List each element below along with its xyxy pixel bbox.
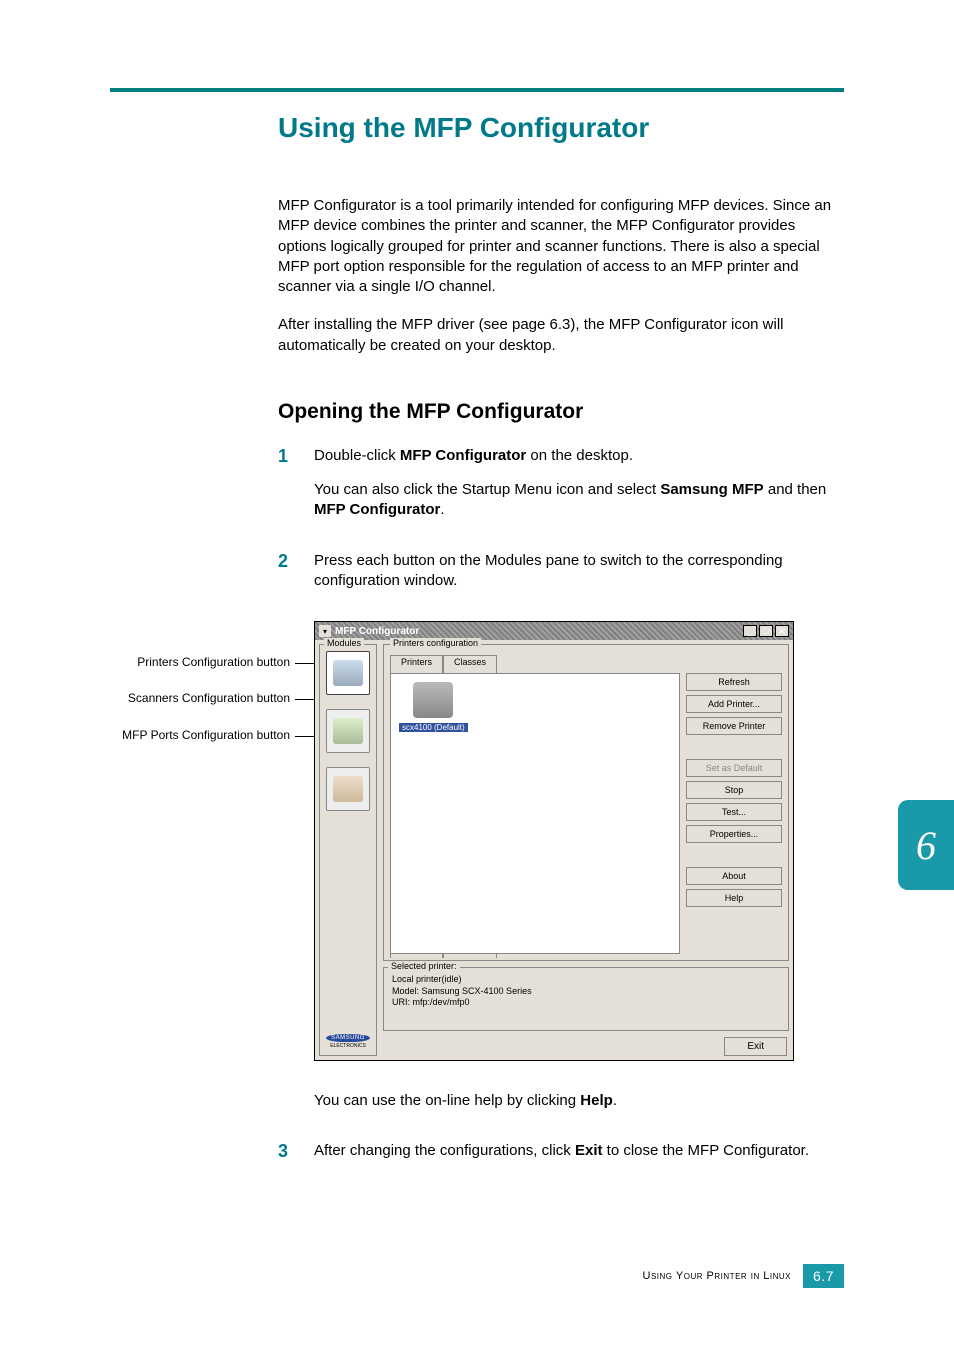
intro-para-1: MFP Configurator is a tool primarily int… [278, 196, 844, 297]
printer-icon [333, 660, 363, 686]
selected-line-2: Model: Samsung SCX-4100 Series [392, 986, 780, 998]
step-2-text: Press each button on the Modules pane to… [314, 551, 844, 592]
remove-printer-button[interactable]: Remove Printer [686, 717, 782, 735]
printer-item[interactable]: scx4100 (Default) [399, 682, 468, 733]
printers-configuration-group: Printers configuration Printers Classes … [383, 644, 789, 961]
step-1-line-2: You can also click the Startup Menu icon… [314, 480, 844, 521]
printer-device-icon [413, 682, 453, 718]
footer-text: Using Your Printer in Linux [643, 1270, 792, 1282]
step-1-line-1: Double-click MFP Configurator on the des… [314, 446, 844, 466]
figure-mfp-configurator: Printers Configuration button Scanners C… [110, 621, 810, 1061]
printers-config-label: Printers configuration [390, 638, 481, 648]
printer-list[interactable]: scx4100 (Default) [390, 673, 680, 954]
window-title: MFP Configurator [335, 626, 419, 637]
printers-config-button[interactable] [326, 651, 370, 695]
help-button[interactable]: Help [686, 889, 782, 907]
minimize-button[interactable]: _ [743, 625, 757, 637]
port-icon [333, 776, 363, 802]
page-number: 6.7 [803, 1264, 844, 1288]
brand-logo: SAMSUNG ELECTRONICS [326, 1034, 370, 1049]
properties-button[interactable]: Properties... [686, 825, 782, 843]
printer-actions: Refresh Add Printer... Remove Printer Se… [686, 673, 782, 954]
step-3-text: After changing the configurations, click… [314, 1141, 844, 1161]
refresh-button[interactable]: Refresh [686, 673, 782, 691]
selected-line-3: URI: mfp:/dev/mfp0 [392, 997, 780, 1009]
selected-line-1: Local printer(idle) [392, 974, 780, 986]
scanner-icon [333, 718, 363, 744]
step-2: 2 Press each button on the Modules pane … [278, 551, 844, 606]
mfp-ports-config-button[interactable] [326, 767, 370, 811]
section-rule [110, 88, 844, 92]
step-number: 1 [278, 446, 296, 535]
callout-scanners: Scanners Configuration button [110, 691, 290, 705]
set-default-button[interactable]: Set as Default [686, 759, 782, 777]
chapter-tab: 6 [898, 800, 954, 890]
step-1: 1 Double-click MFP Configurator on the d… [278, 446, 844, 535]
exit-button[interactable]: Exit [724, 1037, 787, 1056]
window-menu-icon[interactable]: ▾ [319, 625, 331, 637]
add-printer-button[interactable]: Add Printer... [686, 695, 782, 713]
step-2b-text: You can use the on-line help by clicking… [314, 1091, 844, 1111]
maximize-button[interactable]: □ [759, 625, 773, 637]
titlebar: ▾ MFP Configurator _ □ ✕ [315, 622, 793, 640]
step-2-continued: 2 You can use the on-line help by clicki… [278, 1091, 844, 1125]
heading-main: Using the MFP Configurator [278, 112, 844, 144]
step-3: 3 After changing the configurations, cli… [278, 1141, 844, 1175]
step-number: 3 [278, 1141, 296, 1175]
stop-button[interactable]: Stop [686, 781, 782, 799]
page-footer: Using Your Printer in Linux 6.7 [643, 1264, 844, 1288]
callout-ports: MFP Ports Configuration button [110, 728, 290, 742]
app-window: ▾ MFP Configurator _ □ ✕ Modules [314, 621, 794, 1061]
close-button[interactable]: ✕ [775, 625, 789, 637]
modules-label: Modules [324, 638, 364, 648]
modules-pane: Modules SAMSUNG ELECTRONICS [319, 644, 377, 1056]
callout-printers: Printers Configuration button [110, 655, 290, 669]
step-number: 2 [278, 551, 296, 606]
test-button[interactable]: Test... [686, 803, 782, 821]
selected-printer-group: Selected printer: Local printer(idle) Mo… [383, 967, 789, 1031]
intro-para-2: After installing the MFP driver (see pag… [278, 315, 844, 356]
printer-name: scx4100 (Default) [399, 723, 468, 732]
about-button[interactable]: About [686, 867, 782, 885]
scanners-config-button[interactable] [326, 709, 370, 753]
selected-printer-label: Selected printer: [388, 961, 460, 973]
heading-sub: Opening the MFP Configurator [278, 400, 844, 424]
